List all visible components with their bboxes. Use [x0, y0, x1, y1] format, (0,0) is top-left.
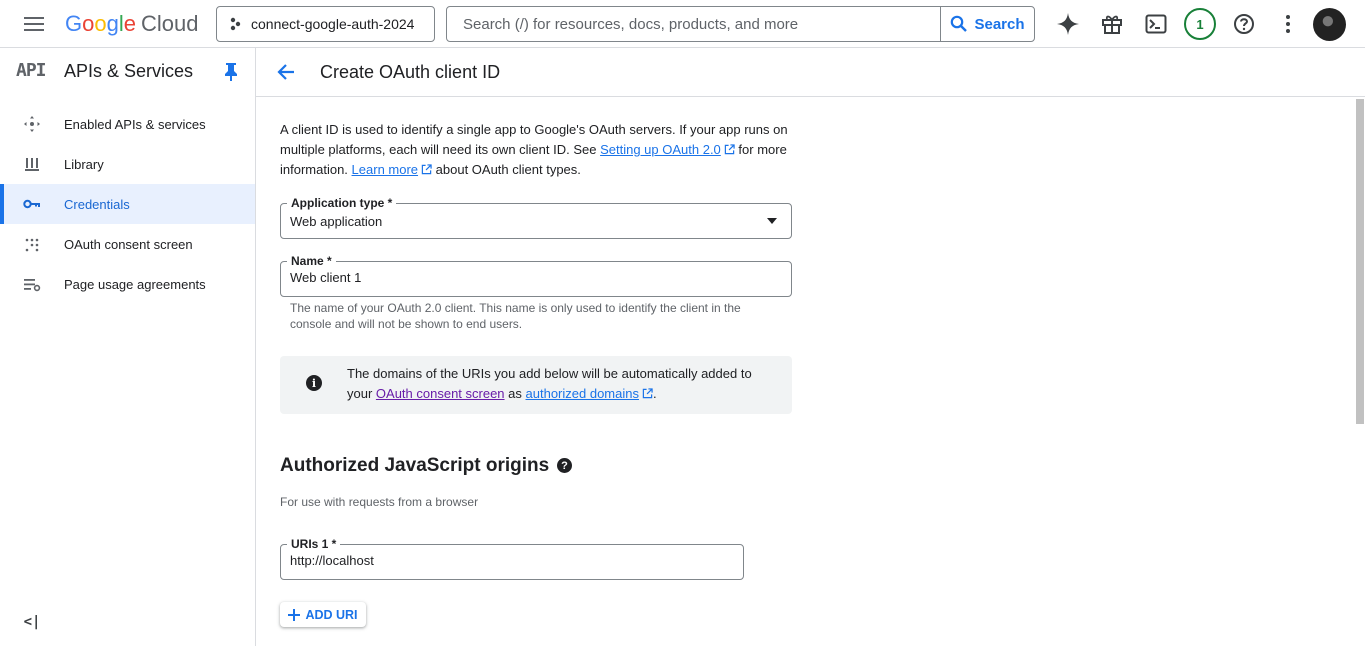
more-vert-icon — [1286, 15, 1290, 33]
name-label: Name * — [287, 254, 336, 268]
sidebar-title: APIs & Services — [64, 61, 194, 81]
more-options-button[interactable] — [1272, 8, 1304, 40]
sidebar-item-label: Library — [64, 156, 104, 172]
search-button-label: Search — [974, 15, 1025, 33]
sidebar-item-page-usage[interactable]: Page usage agreements — [0, 264, 255, 304]
js-origins-subtitle: For use with requests from a browser — [280, 495, 479, 509]
info-text-part: as — [504, 386, 526, 401]
sidebar-item-enabled-apis[interactable]: Enabled APIs & services — [0, 104, 255, 144]
search-box: Search — [446, 6, 1035, 42]
main-menu-button[interactable] — [14, 8, 54, 40]
consent-icon — [22, 234, 42, 254]
sidebar-item-library[interactable]: Library — [0, 144, 255, 184]
sidebar-item-label: Enabled APIs & services — [64, 116, 206, 132]
oauth-consent-screen-link[interactable]: OAuth consent screen — [376, 386, 505, 401]
sidebar: API APIs & Services Enabled APIs & servi… — [0, 48, 256, 646]
js-origins-title: Authorized JavaScript origins — [280, 455, 550, 476]
uri-1-label: URIs 1 * — [287, 537, 341, 551]
intro-text-part: about OAuth client types. — [432, 162, 581, 177]
gift-button[interactable] — [1096, 8, 1128, 40]
sparkle-icon — [1057, 13, 1079, 35]
dropdown-arrow-icon — [767, 218, 777, 224]
gift-icon — [1102, 15, 1122, 34]
sidebar-item-label: OAuth consent screen — [64, 236, 193, 252]
info-icon: i — [306, 375, 322, 391]
pin-icon[interactable] — [223, 62, 239, 82]
sidebar-header: API APIs & Services — [0, 48, 255, 96]
api-badge: API — [16, 60, 46, 81]
account-avatar[interactable] — [1313, 8, 1346, 41]
intro-text: A client ID is used to identify a single… — [280, 120, 800, 180]
hamburger-icon — [24, 17, 44, 31]
gemini-button[interactable] — [1052, 8, 1084, 40]
page-title: Create OAuth client ID — [320, 62, 501, 82]
name-field[interactable]: Name * — [280, 254, 792, 297]
page-header: Create OAuth client ID — [256, 48, 1365, 97]
search-icon — [951, 15, 968, 32]
info-text: The domains of the URIs you add below wi… — [347, 364, 777, 404]
sidebar-item-credentials[interactable]: Credentials — [0, 184, 255, 224]
agreements-icon — [22, 274, 42, 294]
application-type-value: Web application — [290, 214, 383, 229]
key-icon — [22, 194, 42, 214]
name-hint: The name of your OAuth 2.0 client. This … — [290, 301, 741, 331]
logo-cloud: Cloud — [141, 11, 199, 36]
setting-up-oauth-link[interactable]: Setting up OAuth 2.0 — [600, 142, 721, 157]
project-name: connect-google-auth-2024 — [251, 16, 415, 32]
sidebar-item-label: Page usage agreements — [64, 276, 206, 292]
info-text-part: . — [652, 386, 657, 401]
search-button[interactable]: Search — [940, 7, 1034, 41]
uri-1-input[interactable] — [290, 553, 730, 568]
scrollbar-thumb[interactable] — [1356, 99, 1364, 424]
help-icon — [1234, 14, 1254, 34]
add-uri-label: ADD URI — [305, 607, 358, 622]
cloud-shell-button[interactable] — [1140, 8, 1172, 40]
external-link-icon — [421, 164, 432, 175]
sidebar-item-label: Credentials — [64, 196, 130, 212]
external-link-icon — [642, 388, 653, 399]
top-bar: Google Cloud connect-google-auth-2024 Se… — [0, 0, 1365, 48]
project-picker[interactable]: connect-google-auth-2024 — [216, 6, 435, 42]
logo-google: Google — [65, 11, 137, 36]
terminal-icon — [1145, 14, 1167, 34]
project-icon — [230, 17, 241, 31]
learn-more-link[interactable]: Learn more — [352, 162, 418, 177]
info-banner: i The domains of the URIs you add below … — [280, 356, 792, 414]
external-link-icon — [724, 144, 735, 155]
enabled-apis-icon — [22, 114, 42, 134]
google-cloud-logo[interactable]: Google Cloud — [65, 11, 199, 37]
collapse-sidebar-button[interactable]: <| — [20, 612, 44, 632]
library-icon — [22, 154, 42, 174]
notifications-button[interactable]: 1 — [1184, 8, 1216, 40]
plus-icon — [288, 608, 301, 621]
add-uri-button[interactable]: ADD URI — [280, 602, 366, 627]
name-input[interactable] — [290, 270, 770, 285]
main-content: A client ID is used to identify a single… — [256, 97, 1354, 646]
sidebar-item-oauth-consent[interactable]: OAuth consent screen — [0, 224, 255, 264]
help-icon[interactable]: ? — [557, 458, 572, 473]
uri-1-field[interactable]: URIs 1 * — [280, 537, 744, 580]
back-arrow-icon[interactable] — [274, 60, 298, 84]
application-type-select[interactable]: Application type * Web application — [280, 196, 792, 239]
help-button[interactable] — [1228, 8, 1260, 40]
authorized-domains-link[interactable]: authorized domains — [526, 386, 639, 401]
application-type-label: Application type * — [287, 196, 397, 210]
search-input[interactable] — [447, 7, 940, 41]
